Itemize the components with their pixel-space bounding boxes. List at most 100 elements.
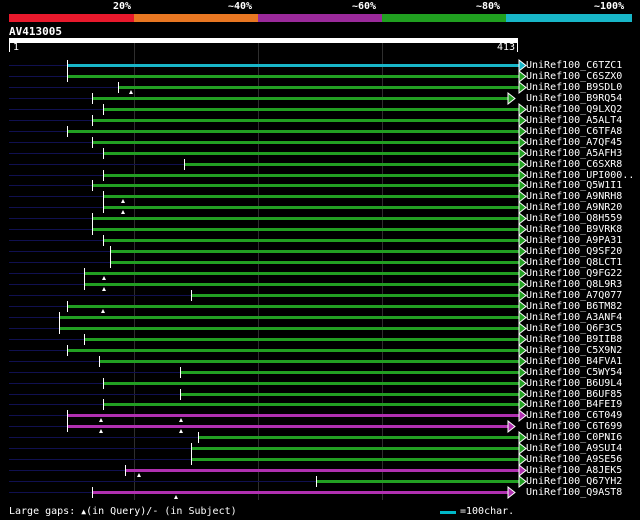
hit-label[interactable]: UniRef100_A8JEK5	[526, 465, 622, 476]
hit-alignment-bar[interactable]	[180, 393, 519, 396]
hit-row[interactable]	[9, 91, 516, 106]
hit-label[interactable]: UniRef100_B4FEI9	[526, 399, 622, 410]
hit-label[interactable]: UniRef100_A9SE56	[526, 454, 622, 465]
hit-row[interactable]	[9, 233, 527, 248]
hit-label[interactable]: UniRef100_Q9LXQ2	[526, 104, 622, 115]
hit-label[interactable]: UniRef100_C6SXR8	[526, 159, 622, 170]
hit-row[interactable]	[9, 266, 527, 281]
hit-label[interactable]: UniRef100_C6TFA8	[526, 126, 622, 137]
hit-alignment-bar[interactable]	[59, 327, 519, 330]
hit-label[interactable]: UniRef100_Q9AST8	[526, 487, 622, 498]
hit-row[interactable]	[9, 288, 527, 303]
hit-alignment-bar[interactable]	[92, 228, 519, 231]
hit-alignment-bar[interactable]	[103, 239, 519, 242]
hit-alignment-bar[interactable]	[67, 75, 519, 78]
hit-label[interactable]: UniRef100_Q8H559	[526, 213, 622, 224]
hit-alignment-bar[interactable]	[92, 184, 519, 187]
hit-alignment-bar[interactable]	[184, 163, 519, 166]
hit-alignment-bar[interactable]	[92, 97, 508, 100]
hit-row[interactable]	[9, 58, 527, 73]
hit-row[interactable]	[9, 124, 527, 139]
hit-row[interactable]	[9, 69, 527, 84]
hit-row[interactable]	[9, 146, 527, 161]
hit-row[interactable]	[9, 189, 527, 204]
hit-row[interactable]	[9, 430, 527, 445]
hit-row[interactable]	[9, 178, 527, 193]
hit-row[interactable]	[9, 463, 527, 478]
hit-alignment-bar[interactable]	[84, 283, 519, 286]
hit-label[interactable]: UniRef100_C0PNI6	[526, 432, 622, 443]
hit-label[interactable]: UniRef100_Q5W1I1	[526, 180, 622, 191]
hit-alignment-bar[interactable]	[103, 206, 519, 209]
hit-alignment-bar[interactable]	[110, 250, 519, 253]
hit-label[interactable]: UniRef100_B9SDL0	[526, 82, 622, 93]
hit-row[interactable]	[9, 354, 527, 369]
hit-label[interactable]: UniRef100_Q9FG22	[526, 268, 622, 279]
hit-alignment-bar[interactable]	[103, 152, 519, 155]
hit-alignment-bar[interactable]	[92, 119, 519, 122]
hit-label[interactable]: UniRef100_Q9SF20	[526, 246, 622, 257]
hit-label[interactable]: UniRef100_Q8L9R3	[526, 279, 622, 290]
hit-row[interactable]	[9, 200, 527, 215]
hit-alignment-bar[interactable]	[84, 272, 519, 275]
hit-label[interactable]: UniRef100_A7QF45	[526, 137, 622, 148]
hit-label[interactable]: UniRef100_A5AFH3	[526, 148, 622, 159]
hit-alignment-bar[interactable]	[67, 414, 519, 417]
hit-alignment-bar[interactable]	[191, 447, 519, 450]
hit-alignment-bar[interactable]	[67, 305, 519, 308]
hit-alignment-bar[interactable]	[103, 108, 519, 111]
hit-alignment-bar[interactable]	[92, 491, 508, 494]
hit-label[interactable]: UniRef100_A9SUI4	[526, 443, 622, 454]
hit-row[interactable]	[9, 485, 516, 500]
hit-label[interactable]: UniRef100_C6T699	[526, 421, 622, 432]
hit-alignment-bar[interactable]	[92, 141, 519, 144]
hit-row[interactable]	[9, 255, 527, 270]
hit-row[interactable]	[9, 376, 527, 391]
hit-alignment-bar[interactable]	[110, 261, 519, 264]
hit-alignment-bar[interactable]	[67, 64, 519, 67]
hit-alignment-bar[interactable]	[67, 349, 519, 352]
hit-label[interactable]: UniRef100_A7Q077	[526, 290, 622, 301]
hit-label[interactable]: UniRef100_B9IIB8	[526, 334, 622, 345]
hit-row[interactable]	[9, 387, 527, 402]
hit-label[interactable]: UniRef100_A9NRH8	[526, 191, 622, 202]
hit-row[interactable]	[9, 80, 527, 95]
hit-label[interactable]: UniRef100_Q8LCT1	[526, 257, 622, 268]
hit-row[interactable]	[9, 310, 527, 325]
hit-alignment-bar[interactable]	[125, 469, 519, 472]
hit-row[interactable]	[9, 441, 527, 456]
hit-label[interactable]: UniRef100_B9VRK8	[526, 224, 622, 235]
hit-row[interactable]	[9, 157, 527, 172]
hit-row[interactable]	[9, 277, 527, 292]
hit-label[interactable]: UniRef100_A3ANF4	[526, 312, 622, 323]
hit-alignment-bar[interactable]	[103, 195, 519, 198]
hit-label[interactable]: UniRef100_B9RQ54	[526, 93, 622, 104]
hit-label[interactable]: UniRef100_A9NR20	[526, 202, 622, 213]
hit-label[interactable]: UniRef100_Q67YH2	[526, 476, 622, 487]
hit-row[interactable]	[9, 419, 516, 434]
hit-alignment-bar[interactable]	[59, 316, 519, 319]
hit-row[interactable]	[9, 135, 527, 150]
hit-alignment-bar[interactable]	[84, 338, 519, 341]
hit-label[interactable]: UniRef100_C5X9N2	[526, 345, 622, 356]
hit-row[interactable]	[9, 343, 527, 358]
hit-row[interactable]	[9, 408, 527, 423]
hit-alignment-bar[interactable]	[198, 436, 519, 439]
hit-row[interactable]	[9, 299, 527, 314]
hit-row[interactable]	[9, 321, 527, 336]
hit-alignment-bar[interactable]	[92, 217, 519, 220]
hit-row[interactable]	[9, 474, 527, 489]
hit-label[interactable]: UniRef100_Q6F3C5	[526, 323, 622, 334]
hit-row[interactable]	[9, 452, 527, 467]
hit-label[interactable]: UniRef100_C6T049	[526, 410, 622, 421]
hit-alignment-bar[interactable]	[316, 480, 519, 483]
hit-label[interactable]: UniRef100_A5ALT4	[526, 115, 622, 126]
hit-label[interactable]: UniRef100_C5WY54	[526, 367, 622, 378]
hit-row[interactable]	[9, 244, 527, 259]
hit-alignment-bar[interactable]	[103, 403, 519, 406]
hit-alignment-bar[interactable]	[103, 174, 519, 177]
hit-row[interactable]	[9, 332, 527, 347]
hit-row[interactable]	[9, 113, 527, 128]
hit-alignment-bar[interactable]	[67, 425, 508, 428]
hit-alignment-bar[interactable]	[103, 382, 519, 385]
